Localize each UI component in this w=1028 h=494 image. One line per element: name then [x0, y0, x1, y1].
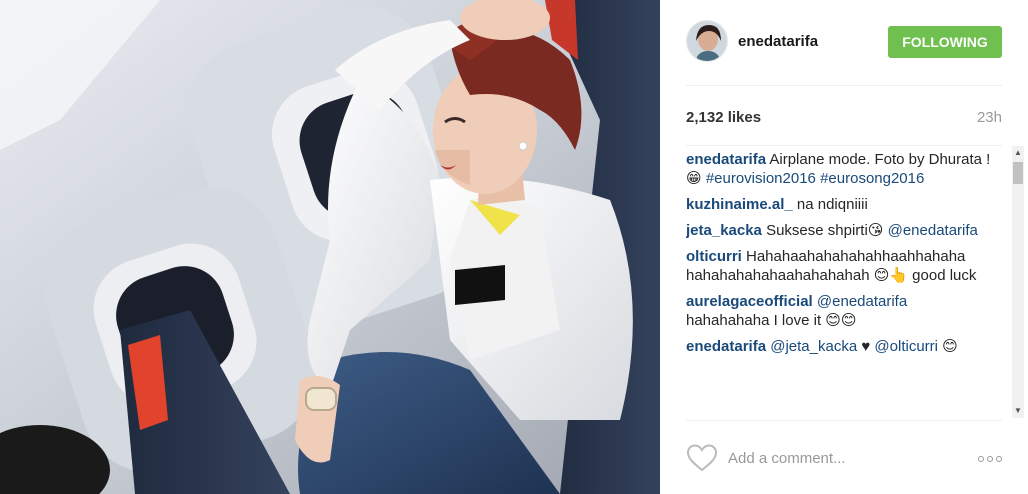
comment-item: enedatarifa Airplane mode. Foto by Dhura… [686, 150, 994, 188]
post-details-panel: enedatarifa FOLLOWING 2,132 likes 23h en… [660, 0, 1028, 494]
comment-item: kuzhinaime.al_ na ndiqniiii [686, 195, 994, 214]
scroll-up-arrow-icon[interactable]: ▲ [1012, 146, 1024, 160]
comments-list: enedatarifa Airplane mode. Foto by Dhura… [686, 146, 1028, 420]
comment-username[interactable]: aurelagaceofficial [686, 293, 813, 310]
comment-text: na ndiqniiii [792, 196, 868, 213]
post-footer [686, 420, 1002, 494]
post-photo[interactable] [0, 0, 660, 494]
likes-row: 2,132 likes 23h [686, 86, 1002, 146]
comment-item: enedatarifa @jeta_kacka ♥ @olticurri 😊 [686, 337, 994, 356]
comment-item: olticurri Hahahaahahahahahhaahhahaha hah… [686, 247, 994, 285]
comment-text: Suksese shpirti😘 [761, 222, 888, 239]
comment-username[interactable]: kuzhinaime.al_ [686, 196, 793, 213]
scroll-down-arrow-icon[interactable]: ▼ [1012, 404, 1024, 418]
comment-tag-link[interactable]: #eurosong2016 [820, 170, 924, 187]
comment-tag-link[interactable]: @enedatarifa [888, 222, 978, 239]
comment-tag-link[interactable]: @jeta_kacka [770, 338, 857, 355]
comment-item: aurelagaceofficial @enedatarifa hahahaha… [686, 292, 994, 330]
comment-username[interactable]: jeta_kacka [686, 222, 762, 239]
comments-scrollbar[interactable]: ▲ ▼ [1012, 146, 1024, 418]
post-header: enedatarifa FOLLOWING [686, 0, 1002, 86]
scroll-thumb[interactable] [1013, 162, 1023, 184]
add-comment-input[interactable] [728, 447, 928, 469]
comment-tag-link[interactable]: @olticurri [874, 338, 938, 355]
comment-text: ♥ [857, 338, 875, 355]
avatar-image [687, 21, 727, 61]
comment-tag-link[interactable]: @enedatarifa [817, 293, 907, 310]
more-options-icon[interactable] [975, 451, 1002, 465]
comment-username[interactable]: enedatarifa [686, 151, 766, 168]
following-button[interactable]: FOLLOWING [888, 26, 1002, 58]
comment-username[interactable]: enedatarifa [686, 338, 766, 355]
likes-count[interactable]: 2,132 likes [686, 109, 761, 126]
avatar[interactable] [686, 20, 728, 62]
comment-item: jeta_kacka Suksese shpirti😘 @enedatarifa [686, 221, 994, 240]
author-username[interactable]: enedatarifa [738, 33, 818, 50]
comment-text: 😊 [938, 338, 958, 355]
comment-username[interactable]: olticurri [686, 248, 742, 265]
airplane-portrait-image [0, 0, 660, 494]
post-time[interactable]: 23h [977, 109, 1002, 126]
comment-text: hahahahaha I love it 😊😊 [686, 312, 857, 329]
heart-outline-icon[interactable] [686, 443, 718, 473]
comment-tag-link[interactable]: #eurovision2016 [706, 170, 816, 187]
